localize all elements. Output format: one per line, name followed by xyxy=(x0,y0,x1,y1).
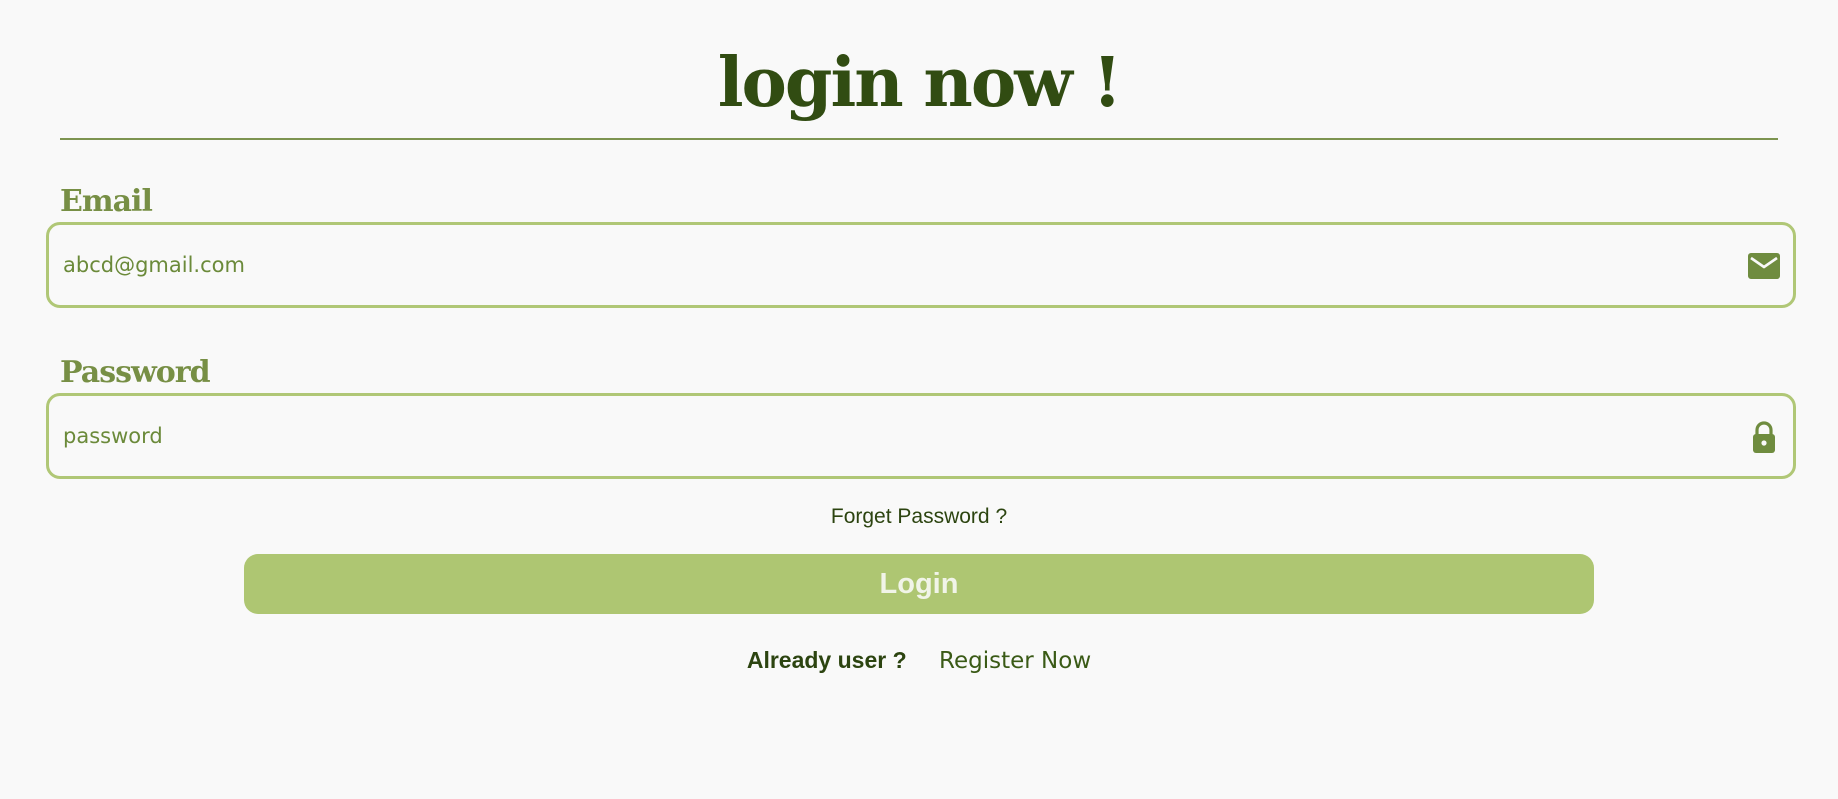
envelope-icon xyxy=(1747,249,1781,283)
page-title: login now ! xyxy=(717,43,1123,123)
password-field-container xyxy=(46,393,1796,479)
lock-icon xyxy=(1747,420,1781,454)
register-now-link[interactable]: Register Now xyxy=(939,648,1091,674)
already-user-text: Already user ? xyxy=(746,647,907,673)
email-label: Email xyxy=(60,184,153,219)
password-input[interactable] xyxy=(63,396,1723,476)
forget-password-link[interactable]: Forget Password ? xyxy=(0,503,1838,531)
register-prompt: Already user ? Register Now xyxy=(0,645,1838,676)
email-input[interactable] xyxy=(63,225,1723,305)
password-label: Password xyxy=(60,355,211,390)
email-field-container xyxy=(46,222,1796,308)
title-divider xyxy=(60,138,1778,140)
login-page: login now ! Email Password Forget Passwo… xyxy=(0,0,1838,799)
login-button[interactable]: Login xyxy=(244,554,1594,614)
